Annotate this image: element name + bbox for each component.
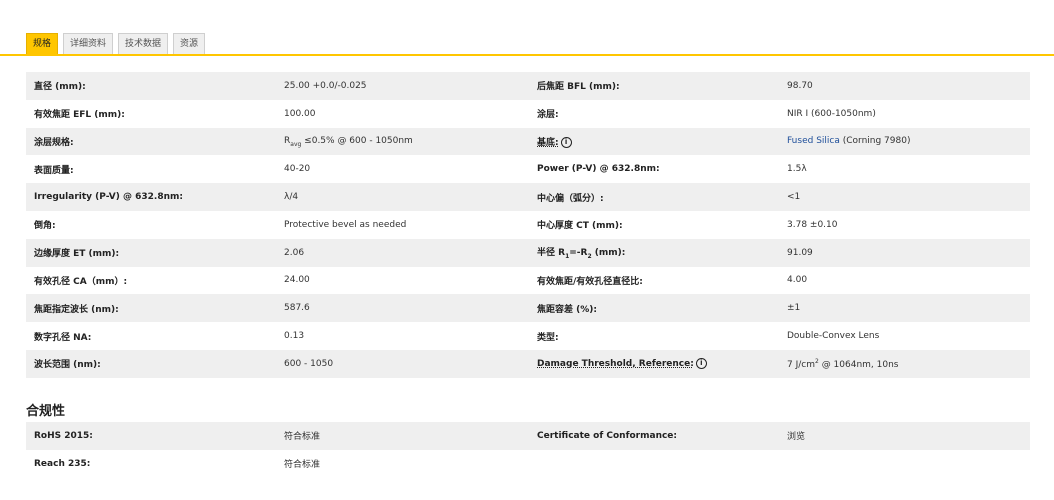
table-row: 表面质量: 40-20 Power (P-V) @ 632.8nm: 1.5λ xyxy=(26,155,1030,183)
spec-value: Ravg ≤0.5% @ 600 - 1050nm xyxy=(276,127,529,156)
damage-threshold-label[interactable]: Damage Threshold, Reference: xyxy=(537,359,694,369)
spec-value: <1 xyxy=(779,183,1030,211)
coating-spec-rest: ≤0.5% @ 600 - 1050nm xyxy=(301,135,413,146)
table-row: 有效孔径 CA（mm）: 24.00 有效焦距/有效孔径直径比: 4.00 xyxy=(26,267,1030,295)
empty-cell xyxy=(779,450,1030,478)
spec-label: 中心厚度 CT (mm): xyxy=(537,221,623,232)
spec-label: 有效焦距 EFL (mm): xyxy=(34,110,125,121)
spec-value: 0.13 xyxy=(284,331,305,342)
spec-value: 4.00 xyxy=(787,275,808,286)
spec-value: 600 - 1050 xyxy=(276,349,529,378)
spec-label: 后焦距 BFL (mm): xyxy=(529,72,779,100)
tab-details[interactable]: 详细资料 xyxy=(63,33,114,54)
spec-value: Protective bevel as needed xyxy=(284,219,407,230)
tab-technical-data[interactable]: 技术数据 xyxy=(118,33,169,54)
tab-specifications[interactable]: 规格 xyxy=(26,33,59,54)
tab-underline xyxy=(0,54,1054,56)
table-row: 直径 (mm): 25.00 +0.0/-0.025 后焦距 BFL (mm):… xyxy=(26,72,1030,100)
spec-value: Double-Convex Lens xyxy=(787,331,880,342)
spec-value: NIR I (600-1050nm) xyxy=(787,108,876,119)
spec-value: 587.6 xyxy=(276,294,529,323)
spec-label: 焦距容差 (%): xyxy=(529,294,779,323)
spec-value: 7 J/cm2 @ 1064nm, 10ns xyxy=(779,349,1030,378)
certificate-view-link[interactable]: 浏览 xyxy=(779,422,1030,450)
table-row: RoHS 2015: 符合标准 Certificate of Conforman… xyxy=(26,422,1030,450)
spec-label: 有效焦距/有效孔径直径比: xyxy=(537,276,643,287)
damage-value-post: @ 1064nm, 10ns xyxy=(818,359,899,370)
spec-label: Reach 235: xyxy=(34,458,91,469)
radius-label-pre: 半径 R xyxy=(537,248,566,259)
info-icon[interactable]: i xyxy=(695,358,707,370)
table-row: 波长范围 (nm): 600 - 1050 Damage Threshold, … xyxy=(26,349,1030,378)
spec-label: 类型: xyxy=(537,332,559,343)
spec-label: Power (P-V) @ 632.8nm: xyxy=(537,164,660,175)
radius-label-post: (mm): xyxy=(591,248,626,259)
spec-label: Irregularity (P-V) @ 632.8nm: xyxy=(26,183,276,211)
specifications-table: 直径 (mm): 25.00 +0.0/-0.025 后焦距 BFL (mm):… xyxy=(26,72,1030,378)
table-row: 边缘厚度 ET (mm): 2.06 半径 R1=-R2 (mm): 91.09 xyxy=(26,238,1030,267)
spec-label: 中心偏（弧分）: xyxy=(529,183,779,211)
compliance-title: 合规性 xyxy=(26,404,66,419)
compliance-table: RoHS 2015: 符合标准 Certificate of Conforman… xyxy=(26,422,1030,478)
spec-value: 1.5λ xyxy=(787,164,807,175)
table-row: 涂层规格: Ravg ≤0.5% @ 600 - 1050nm 基底: i Fus… xyxy=(26,127,1030,156)
tab-bar: 规格 详细资料 技术数据 资源 xyxy=(26,33,206,54)
table-row: 有效焦距 EFL (mm): 100.00 涂层: NIR I (600-105… xyxy=(26,100,1030,128)
table-row: 倒角: Protective bevel as needed 中心厚度 CT (… xyxy=(26,211,1030,239)
substrate-rest: (Corning 7980) xyxy=(839,136,911,147)
spec-value: λ/4 xyxy=(276,183,529,211)
spec-value: Fused Silica (Corning 7980) xyxy=(779,127,1030,156)
spec-value: 100.00 xyxy=(284,108,316,119)
spec-label: 直径 (mm): xyxy=(26,72,276,100)
table-row: 焦距指定波长 (nm): 587.6 焦距容差 (%): ±1 xyxy=(26,294,1030,323)
spec-label: 边缘厚度 ET (mm): xyxy=(26,238,276,267)
spec-value: 3.78 ±0.10 xyxy=(787,219,838,230)
info-icon[interactable]: i xyxy=(560,136,572,148)
spec-label: 有效孔径 CA（mm）: xyxy=(34,276,128,287)
spec-label: Damage Threshold, Reference: i xyxy=(529,349,779,378)
spec-value: 98.70 xyxy=(779,72,1030,100)
spec-label: 涂层: xyxy=(537,110,559,121)
table-row: Reach 235: 符合标准 xyxy=(26,450,1030,478)
spec-label: 倒角: xyxy=(34,221,56,232)
fused-silica-link[interactable]: Fused Silica xyxy=(787,136,840,146)
spec-value: 91.09 xyxy=(779,238,1030,267)
spec-value: 40-20 xyxy=(284,164,311,175)
spec-label: 半径 R1=-R2 (mm): xyxy=(529,238,779,267)
radius-label-mid: =-R xyxy=(569,248,588,259)
rohs-link[interactable]: 符合标准 xyxy=(276,422,529,450)
spec-value: 25.00 +0.0/-0.025 xyxy=(276,72,529,100)
coating-spec-sub: avg xyxy=(290,140,302,148)
tab-resources[interactable]: 资源 xyxy=(173,33,206,54)
spec-label: RoHS 2015: xyxy=(26,422,276,450)
spec-label: 数字孔径 NA: xyxy=(34,332,92,343)
spec-label: 焦距指定波长 (nm): xyxy=(26,294,276,323)
spec-label: 基底: i xyxy=(529,127,779,156)
damage-value-pre: 7 J/cm xyxy=(787,359,815,370)
table-row: Irregularity (P-V) @ 632.8nm: λ/4 中心偏（弧分… xyxy=(26,183,1030,211)
reach-link[interactable]: 符合标准 xyxy=(276,450,529,478)
spec-value: ±1 xyxy=(779,294,1030,323)
spec-value: 24.00 xyxy=(284,275,310,286)
spec-label: 表面质量: xyxy=(34,165,74,176)
spec-label: 涂层规格: xyxy=(26,127,276,156)
spec-label: 波长范围 (nm): xyxy=(26,349,276,378)
substrate-label[interactable]: 基底: xyxy=(537,138,559,148)
spec-label: Certificate of Conformance: xyxy=(529,422,779,450)
spec-value: 2.06 xyxy=(276,238,529,267)
table-row: 数字孔径 NA: 0.13 类型: Double-Convex Lens xyxy=(26,322,1030,350)
empty-cell xyxy=(529,450,779,478)
